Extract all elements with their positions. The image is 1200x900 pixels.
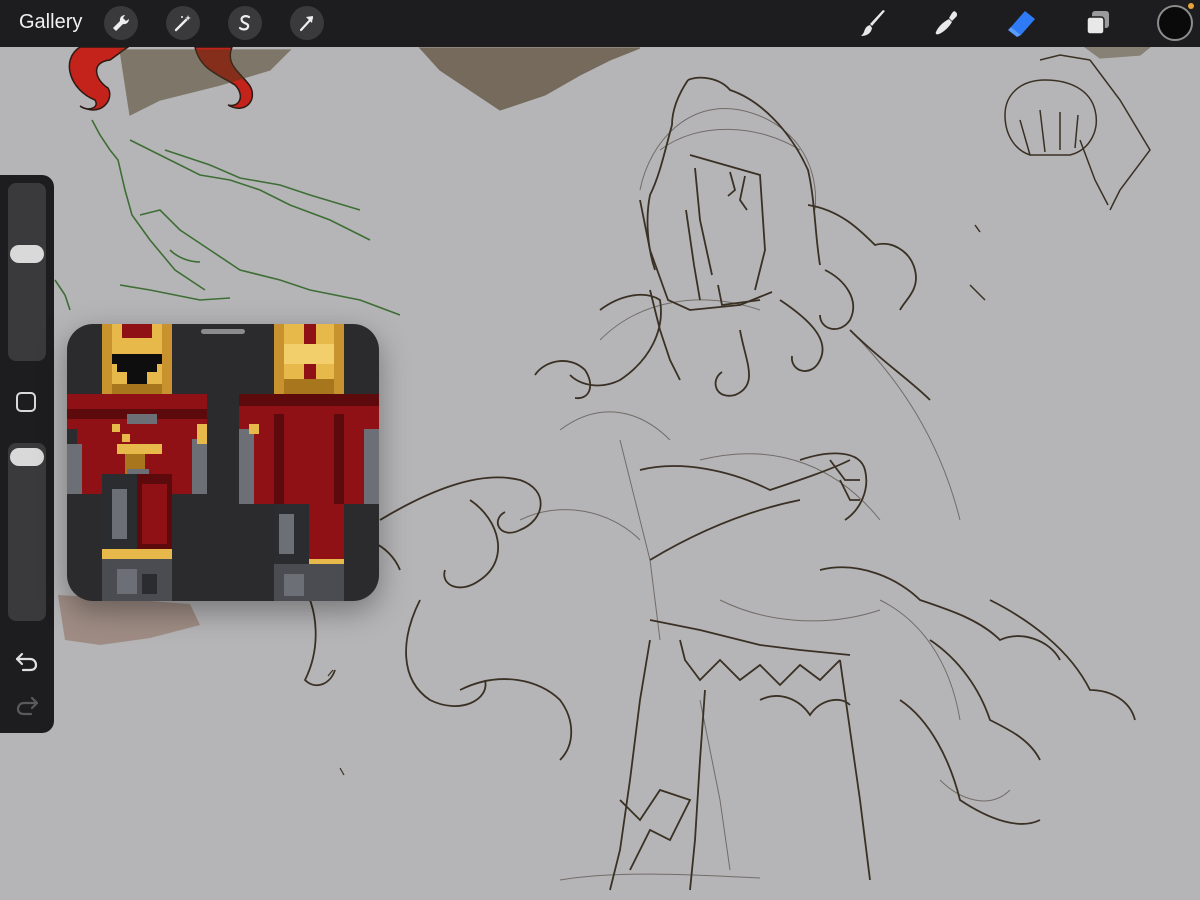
selection-button[interactable] (228, 6, 262, 40)
smudge-tool-button[interactable] (930, 6, 964, 40)
reference-window[interactable] (67, 324, 379, 601)
brush-size-slider[interactable] (8, 183, 46, 361)
brush-icon (861, 10, 885, 36)
redo-arrow-icon[interactable] (13, 692, 41, 720)
side-toolbar (0, 175, 54, 733)
transform-arrow-icon (299, 16, 314, 32)
wrench-icon (113, 14, 130, 32)
layers-icon (1086, 11, 1109, 35)
reference-drag-handle[interactable] (201, 329, 245, 334)
notification-dot (1188, 3, 1194, 9)
layers-button[interactable] (1081, 6, 1115, 40)
eraser-tool-button[interactable] (1004, 6, 1038, 40)
skin-back (239, 324, 379, 601)
gallery-button[interactable]: Gallery (19, 11, 82, 34)
brush-size-thumb[interactable] (10, 245, 44, 263)
adjustments-button[interactable] (166, 6, 200, 40)
reference-image (67, 324, 379, 601)
brush-tool-button[interactable] (857, 6, 891, 40)
selection-s-icon (238, 15, 251, 31)
eraser-icon (1008, 11, 1035, 37)
modify-button[interactable] (16, 392, 36, 412)
color-picker-button[interactable] (1157, 5, 1193, 41)
opacity-thumb[interactable] (10, 448, 44, 466)
top-toolbar: Gallery (0, 0, 1200, 47)
smudge-icon (935, 11, 958, 35)
undo-arrow-icon[interactable] (13, 648, 41, 676)
opacity-slider[interactable] (8, 443, 46, 621)
transform-button[interactable] (290, 6, 324, 40)
actions-button[interactable] (104, 6, 138, 40)
skin-front (67, 324, 207, 601)
adjustments-magic-wand-icon (174, 15, 191, 32)
